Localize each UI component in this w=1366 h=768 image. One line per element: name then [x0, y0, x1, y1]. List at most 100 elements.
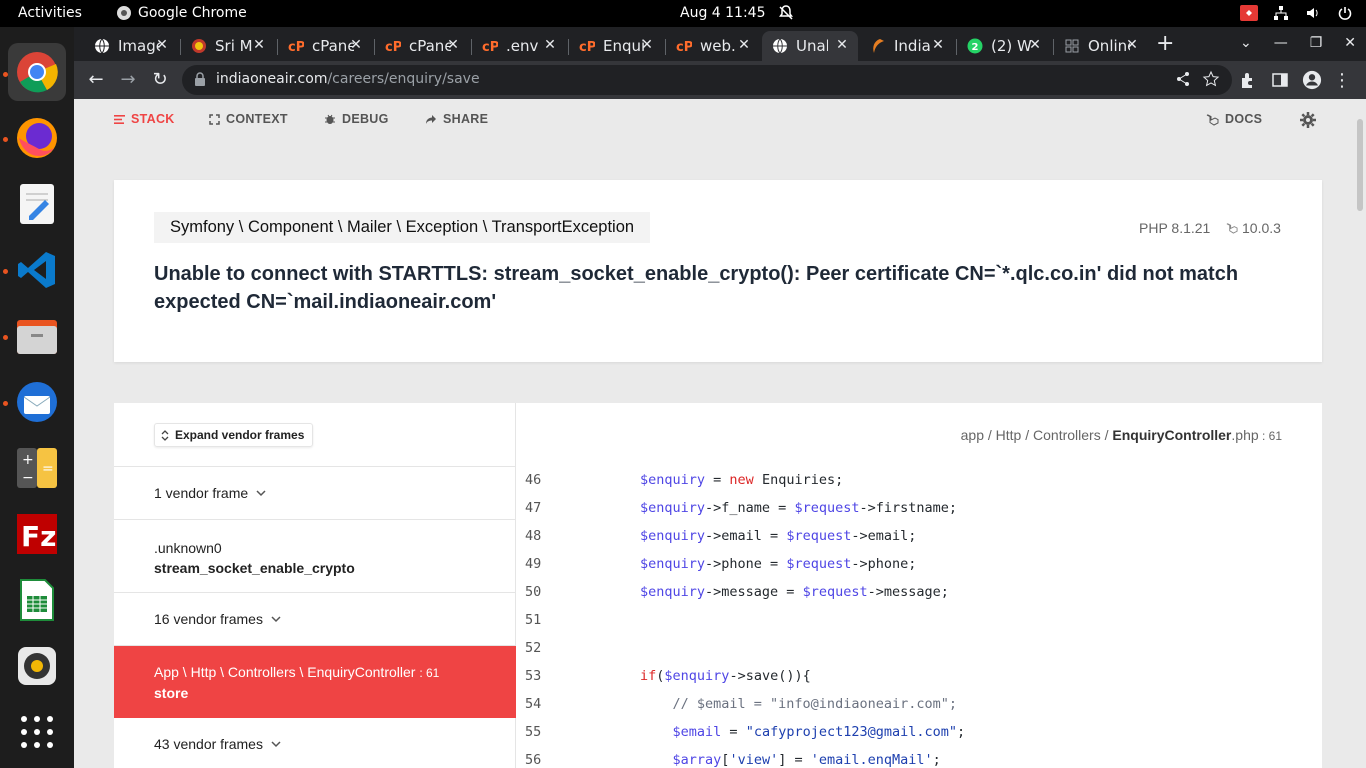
forward-button[interactable]: →	[118, 70, 138, 90]
address-bar[interactable]: indiaoneair.com/careers/enquiry/save	[182, 65, 1232, 95]
tab-6[interactable]: cP web. ✕	[666, 31, 760, 61]
rhythmbox-icon[interactable]	[8, 637, 66, 695]
file-path[interactable]: app / Http / Controllers / EnquiryContro…	[961, 427, 1282, 443]
stack-frame[interactable]: .unknown0 stream_socket_enable_crypto	[114, 520, 516, 593]
text-editor-icon[interactable]	[8, 175, 66, 233]
line-number: 49	[525, 556, 542, 572]
expand-vendor-frames-label: Expand vendor frames	[175, 428, 305, 442]
vendor-frame-group[interactable]: 16 vendor frames	[114, 593, 516, 646]
close-icon[interactable]: ✕	[445, 37, 461, 53]
maximize-icon[interactable]: ❐	[1310, 35, 1323, 51]
minimize-icon[interactable]: —	[1274, 35, 1288, 51]
site-logo-icon	[870, 38, 886, 54]
nav-docs-label: DOCS	[1225, 112, 1263, 126]
close-icon[interactable]: ✕	[348, 37, 364, 53]
frames-list: Expand vendor frames 1 vendor frame .unk…	[114, 403, 516, 768]
nav-share[interactable]: SHARE	[425, 112, 488, 126]
filezilla-icon[interactable]: Fz	[8, 505, 66, 563]
code-line: 55 $email = "cafyproject123@gmail.com";	[516, 718, 1322, 746]
vendor-frame-group[interactable]: 43 vendor frames	[114, 718, 516, 768]
laravel-version-text: 10.0.3	[1242, 220, 1281, 236]
close-icon[interactable]: ✕	[1124, 37, 1140, 53]
svg-text:Fz: Fz	[21, 520, 56, 553]
tab-7-active[interactable]: Unable ✕	[762, 31, 858, 61]
close-icon[interactable]: ✕	[542, 37, 558, 53]
bookmark-star-icon[interactable]	[1202, 70, 1220, 88]
frame-class: .unknown0	[154, 540, 222, 556]
back-button[interactable]: ←	[86, 70, 106, 90]
url-path: /careers/enquiry/save	[327, 71, 480, 87]
settings-gear-icon[interactable]	[1300, 112, 1316, 128]
calculator-icon[interactable]: + − =	[8, 439, 66, 497]
line-number: 47	[525, 500, 542, 516]
code-source: $enquiry->message = $request->message;	[640, 584, 949, 600]
tab-4[interactable]: cP .env ✕	[472, 31, 566, 61]
close-icon[interactable]: ✕	[736, 37, 752, 53]
volume-icon[interactable]	[1304, 4, 1322, 22]
code-source: $enquiry->f_name = $request->firstname;	[640, 500, 958, 516]
code-line: 46 $enquiry = new Enquiries;	[516, 466, 1322, 494]
close-icon[interactable]: ✕	[251, 37, 267, 53]
code-source: $enquiry = new Enquiries;	[640, 472, 844, 488]
file-ext: .php	[1231, 427, 1259, 443]
profile-avatar[interactable]	[1302, 70, 1322, 90]
reload-button[interactable]: ↻	[150, 70, 170, 90]
close-icon[interactable]: ✕	[639, 37, 655, 53]
nav-docs[interactable]: DOCS	[1206, 112, 1262, 126]
stack-trace-panel: Expand vendor frames 1 vendor frame .unk…	[114, 403, 1322, 768]
chrome-icon[interactable]	[8, 43, 66, 101]
anydesk-tray-icon[interactable]	[1240, 4, 1258, 22]
tab-9[interactable]: 2 (2) W ✕	[957, 31, 1051, 61]
tab-5[interactable]: cP Enquiry ✕	[569, 31, 663, 61]
code-line: 48 $enquiry->email = $request->email;	[516, 522, 1322, 550]
close-window-icon[interactable]: ✕	[1344, 35, 1356, 51]
power-icon[interactable]	[1336, 4, 1354, 22]
line-number: 52	[525, 640, 542, 656]
share-icon[interactable]	[1174, 70, 1192, 88]
tab-8[interactable]: India ✕	[860, 31, 954, 61]
tab-1[interactable]: Sri M ✕	[181, 31, 275, 61]
page-scrollbar[interactable]	[1354, 99, 1366, 768]
frame-line: : 61	[419, 666, 440, 680]
extensions-icon[interactable]	[1238, 70, 1258, 90]
activities-button[interactable]: Activities	[18, 5, 82, 21]
exception-card: Symfony \ Component \ Mailer \ Exception…	[114, 180, 1322, 362]
url-text[interactable]: indiaoneair.com/careers/enquiry/save	[216, 71, 480, 87]
files-icon[interactable]	[8, 307, 66, 365]
tab-3[interactable]: cP cPanel ✕	[375, 31, 469, 61]
app-menu[interactable]: Google Chrome	[116, 5, 247, 21]
tab-search-icon[interactable]: ⌄	[1240, 35, 1252, 51]
new-tab-button[interactable]: +	[1156, 33, 1174, 55]
cpanel-icon: cP	[385, 38, 401, 54]
nav-debug[interactable]: DEBUG	[324, 112, 389, 126]
firefox-icon[interactable]	[8, 109, 66, 167]
close-icon[interactable]: ✕	[154, 37, 170, 53]
grid-icon	[1064, 38, 1080, 54]
scrollbar-thumb[interactable]	[1357, 119, 1363, 211]
dock: + − = Fz	[0, 27, 74, 768]
close-icon[interactable]: ✕	[930, 37, 946, 53]
nav-stack[interactable]: STACK	[114, 112, 175, 126]
share-arrow-icon	[426, 114, 436, 124]
vendor-frame-group[interactable]: 1 vendor frame	[114, 467, 516, 520]
code-line: 50 $enquiry->message = $request->message;	[516, 578, 1322, 606]
browser-toolbar: ← → ↻ indiaoneair.com/careers/enquiry/sa…	[74, 61, 1366, 99]
clock[interactable]: Aug 4 11:45	[680, 5, 766, 21]
tab-10[interactable]: Online ✕	[1054, 31, 1148, 61]
app-grid-icon[interactable]	[8, 703, 66, 761]
thunderbird-icon[interactable]	[8, 373, 66, 431]
tab-0[interactable]: Images ✕	[84, 31, 178, 61]
network-icon[interactable]	[1272, 4, 1290, 22]
vscode-icon[interactable]	[8, 241, 66, 299]
tab-2[interactable]: cP cPanel ✕	[278, 31, 372, 61]
nav-context[interactable]: CONTEXT	[209, 112, 288, 126]
expand-vendor-frames-button[interactable]: Expand vendor frames	[154, 423, 314, 447]
side-panel-icon[interactable]	[1270, 70, 1290, 90]
close-icon[interactable]: ✕	[1027, 37, 1043, 53]
close-icon[interactable]: ✕	[834, 37, 850, 53]
laravel-icon	[1206, 114, 1219, 126]
menu-icon[interactable]: ⋮	[1332, 70, 1352, 91]
libreoffice-calc-icon[interactable]	[8, 571, 66, 629]
stack-frame-selected[interactable]: App \ Http \ Controllers \ EnquiryContro…	[114, 646, 516, 718]
system-top-bar: Activities Google Chrome Aug 4 11:45	[0, 0, 1366, 27]
